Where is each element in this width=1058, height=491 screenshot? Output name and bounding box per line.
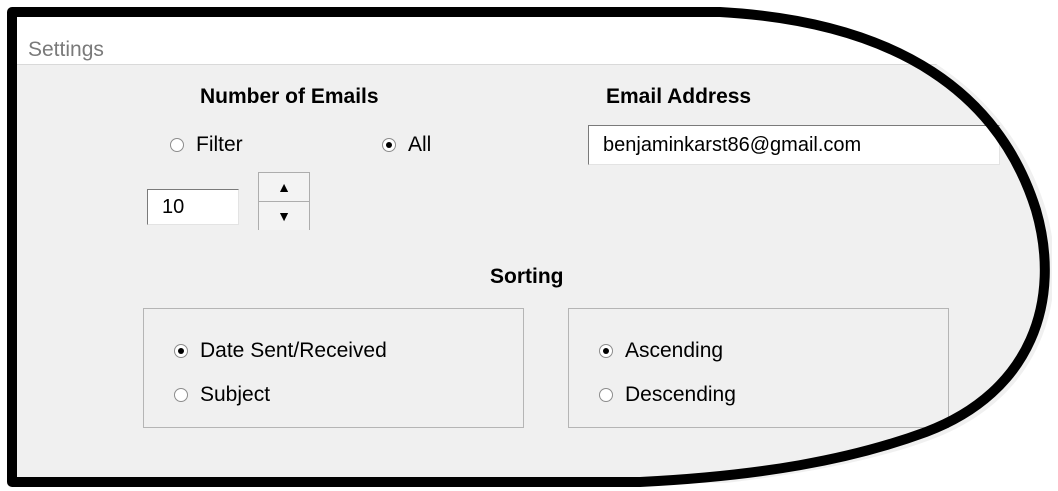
all-radio-indicator[interactable]	[382, 138, 396, 152]
triangle-up-icon: ▲	[277, 179, 291, 195]
sort-order-group: Ascending Descending	[568, 308, 949, 428]
sorting-heading: Sorting	[490, 265, 564, 288]
date-sent-received-radio[interactable]: Date Sent/Received	[174, 339, 387, 363]
settings-window: Settings Number of Emails Filter All 10 …	[0, 0, 1058, 491]
subject-radio[interactable]: Subject	[174, 383, 270, 407]
ascending-label: Ascending	[625, 339, 724, 362]
email-count-field[interactable]: 10	[147, 189, 239, 225]
date-sent-received-label: Date Sent/Received	[200, 339, 387, 362]
triangle-down-icon: ▼	[277, 208, 291, 224]
subject-label: Subject	[200, 383, 271, 406]
filter-radio-indicator[interactable]	[170, 138, 184, 152]
email-count-value: 10	[162, 195, 185, 218]
filter-radio-label: Filter	[196, 133, 243, 156]
descending-label: Descending	[625, 383, 736, 406]
filter-radio[interactable]: Filter	[170, 133, 243, 157]
ascending-radio[interactable]: Ascending	[599, 339, 723, 363]
all-radio[interactable]: All	[382, 133, 431, 157]
sort-by-group: Date Sent/Received Subject	[143, 308, 524, 428]
descending-radio[interactable]: Descending	[599, 383, 736, 407]
email-address-heading: Email Address	[606, 85, 752, 108]
email-address-field[interactable]: benjaminkarst86@gmail.com	[588, 125, 1000, 165]
stepper-down-button[interactable]: ▼	[259, 202, 309, 230]
email-address-value: benjaminkarst86@gmail.com	[603, 133, 862, 156]
title-bar: Settings	[12, 12, 1052, 65]
descending-radio-indicator[interactable]	[599, 388, 613, 402]
number-of-emails-heading: Number of Emails	[200, 85, 379, 108]
settings-panel: Number of Emails Filter All 10 ▲ ▼ Email…	[12, 65, 1052, 483]
email-count-stepper[interactable]: ▲ ▼	[258, 172, 310, 230]
all-radio-label: All	[408, 133, 432, 156]
window-title: Settings	[28, 38, 104, 61]
date-sent-received-radio-indicator[interactable]	[174, 344, 188, 358]
ascending-radio-indicator[interactable]	[599, 344, 613, 358]
stepper-up-button[interactable]: ▲	[259, 173, 309, 202]
subject-radio-indicator[interactable]	[174, 388, 188, 402]
